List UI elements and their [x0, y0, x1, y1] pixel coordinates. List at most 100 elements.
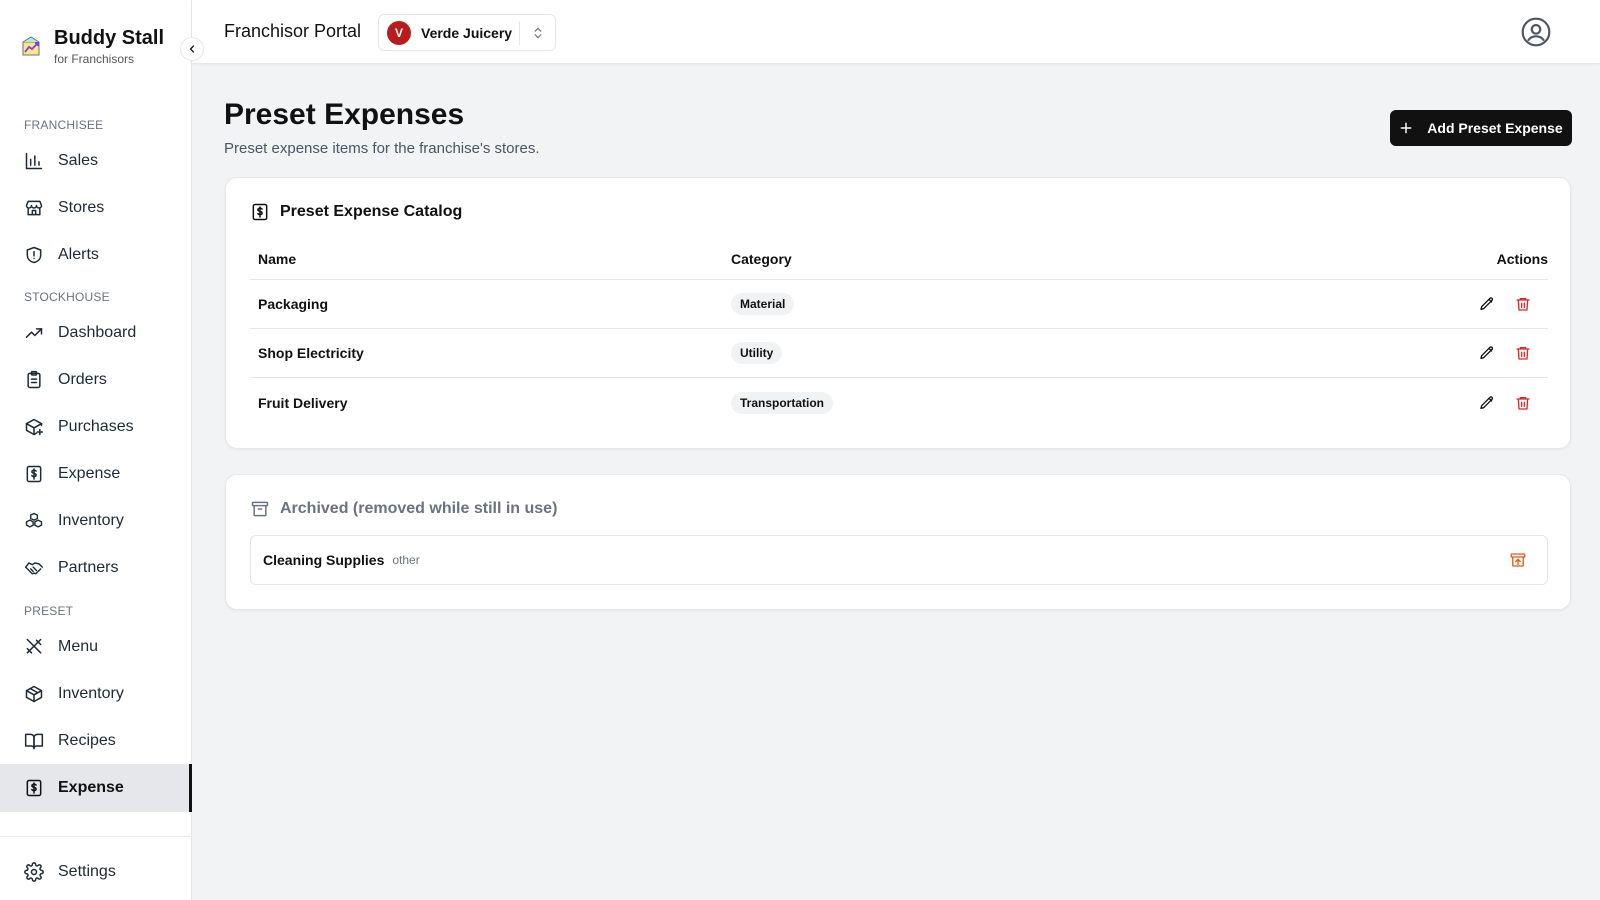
column-header-name: Name — [258, 250, 297, 267]
delete-button[interactable] — [1514, 344, 1532, 362]
add-preset-expense-label: Add Preset Expense — [1427, 120, 1563, 136]
bar-chart-icon — [25, 152, 43, 170]
archived-card: Archived (removed while still in use) Cl… — [225, 474, 1571, 610]
trash-icon — [1516, 396, 1530, 410]
row-name: Shop Electricity — [258, 345, 364, 361]
edit-button[interactable] — [1478, 295, 1496, 313]
sidebar-item-preset-expense[interactable]: Expense — [0, 764, 192, 812]
page-subtitle: Preset expense items for the franchise's… — [224, 140, 540, 157]
sidebar-item-dashboard[interactable]: Dashboard — [0, 309, 192, 357]
package-plus-icon — [25, 418, 44, 436]
sidebar: Buddy Stall for Franchisors FRANCHISEE S… — [0, 0, 192, 900]
sidebar-item-settings[interactable]: Settings — [0, 848, 192, 896]
user-account-icon[interactable] — [1520, 16, 1552, 48]
pencil-icon — [1480, 297, 1494, 310]
chevron-up-down-icon — [519, 21, 555, 45]
row-name: Fruit Delivery — [258, 394, 348, 411]
topbar: Franchisor Portal V Verde Juicery — [192, 0, 1600, 64]
sidebar-collapse-button[interactable] — [180, 37, 204, 61]
sidebar-item-inventory[interactable]: Inventory — [0, 497, 192, 545]
sidebar-item-label: Dashboard — [58, 324, 137, 341]
sidebar-item-partners[interactable]: Partners — [0, 544, 192, 592]
archive-icon — [251, 501, 269, 517]
book-open-icon — [24, 733, 44, 750]
chevron-left-icon — [189, 45, 195, 53]
sidebar-item-label: Menu — [58, 638, 99, 655]
archived-item-category: other — [392, 553, 420, 567]
sidebar-item-label: Inventory — [58, 512, 124, 529]
sidebar-item-alerts[interactable]: Alerts — [0, 231, 192, 279]
brand-title: Buddy Stall — [54, 27, 165, 49]
pencil-icon — [1480, 395, 1494, 409]
category-badge: Utility — [731, 342, 783, 364]
archived-header: Archived (removed while still in use) — [250, 499, 557, 519]
table-row: Shop Electricity Utility — [250, 329, 1548, 378]
sidebar-item-label: Purchases — [58, 418, 134, 435]
sidebar-item-menu[interactable]: Menu — [0, 623, 192, 671]
column-header-actions: Actions — [1496, 250, 1548, 267]
table-row: Packaging Material — [250, 280, 1548, 329]
sidebar-item-label: Alerts — [58, 246, 99, 263]
plus-icon — [1400, 122, 1412, 134]
brand: Buddy Stall for Franchisors — [20, 26, 164, 66]
trash-icon — [1516, 347, 1530, 360]
shield-alert-icon — [26, 246, 42, 264]
delete-button[interactable] — [1514, 295, 1532, 313]
portal-title: Franchisor Portal — [224, 21, 362, 41]
sidebar-item-expense[interactable]: Expense — [0, 450, 192, 498]
org-avatar: V — [387, 20, 411, 45]
column-header-category: Category — [731, 250, 792, 267]
table-row: Fruit Delivery Transportation — [250, 378, 1548, 427]
restore-button[interactable] — [1509, 551, 1527, 569]
gear-icon — [24, 862, 44, 882]
sidebar-item-stores[interactable]: Stores — [0, 184, 192, 232]
sidebar-item-label: Expense — [58, 465, 121, 482]
sidebar-item-label: Settings — [58, 863, 116, 880]
receipt-dollar-icon — [26, 465, 42, 483]
trending-up-icon — [25, 328, 43, 338]
page-title: Preset Expenses — [224, 98, 465, 131]
catalog-header: Preset Expense Catalog — [250, 202, 462, 222]
edit-button[interactable] — [1478, 344, 1496, 362]
delete-button[interactable] — [1514, 394, 1532, 412]
store-icon — [25, 200, 43, 216]
section-label-stockhouse: STOCKHOUSE — [24, 290, 110, 304]
org-name: Verde Juicery — [421, 24, 513, 41]
sidebar-item-label: Stores — [58, 199, 105, 216]
preset-expense-catalog-card: Preset Expense Catalog Name Category Act… — [225, 177, 1571, 449]
sidebar-item-preset-inventory[interactable]: Inventory — [0, 670, 192, 718]
section-label-preset: PRESET — [24, 604, 74, 618]
receipt-dollar-icon — [252, 203, 268, 221]
sidebar-item-recipes[interactable]: Recipes — [0, 717, 192, 765]
sidebar-item-label: Partners — [58, 559, 119, 576]
sidebar-divider — [0, 836, 192, 837]
handshake-icon — [24, 562, 44, 575]
catalog-title: Preset Expense Catalog — [280, 203, 463, 220]
brand-logo-icon — [22, 36, 40, 56]
table-header-row: Name Category Actions — [250, 238, 1548, 280]
edit-button[interactable] — [1478, 394, 1496, 412]
utensils-icon — [26, 638, 42, 654]
sidebar-item-sales[interactable]: Sales — [0, 137, 192, 185]
category-badge: Material — [731, 293, 795, 315]
sidebar-item-label: Inventory — [58, 685, 124, 702]
add-preset-expense-button[interactable]: Add Preset Expense — [1390, 110, 1572, 146]
sidebar-item-label: Recipes — [58, 732, 116, 749]
sidebar-item-label: Sales — [58, 152, 99, 169]
archived-item: Cleaning Supplies other — [250, 535, 1548, 585]
archive-restore-icon — [1510, 553, 1526, 567]
category-badge: Transportation — [731, 391, 834, 414]
sidebar-item-orders[interactable]: Orders — [0, 356, 192, 404]
sidebar-item-label: Orders — [58, 371, 107, 388]
org-selector[interactable]: V Verde Juicery — [378, 14, 556, 51]
section-label-franchisee: FRANCHISEE — [24, 118, 104, 132]
sidebar-item-purchases[interactable]: Purchases — [0, 403, 192, 451]
trash-icon — [1516, 298, 1530, 311]
boxes-icon — [25, 512, 43, 528]
pencil-icon — [1480, 346, 1494, 359]
brand-subtitle: for Franchisors — [54, 52, 135, 66]
sidebar-item-label: Expense — [58, 779, 124, 796]
clipboard-icon — [27, 370, 41, 389]
archived-title: Archived (removed while still in use) — [280, 500, 558, 517]
catalog-table: Name Category Actions Packaging Material… — [250, 238, 1548, 427]
